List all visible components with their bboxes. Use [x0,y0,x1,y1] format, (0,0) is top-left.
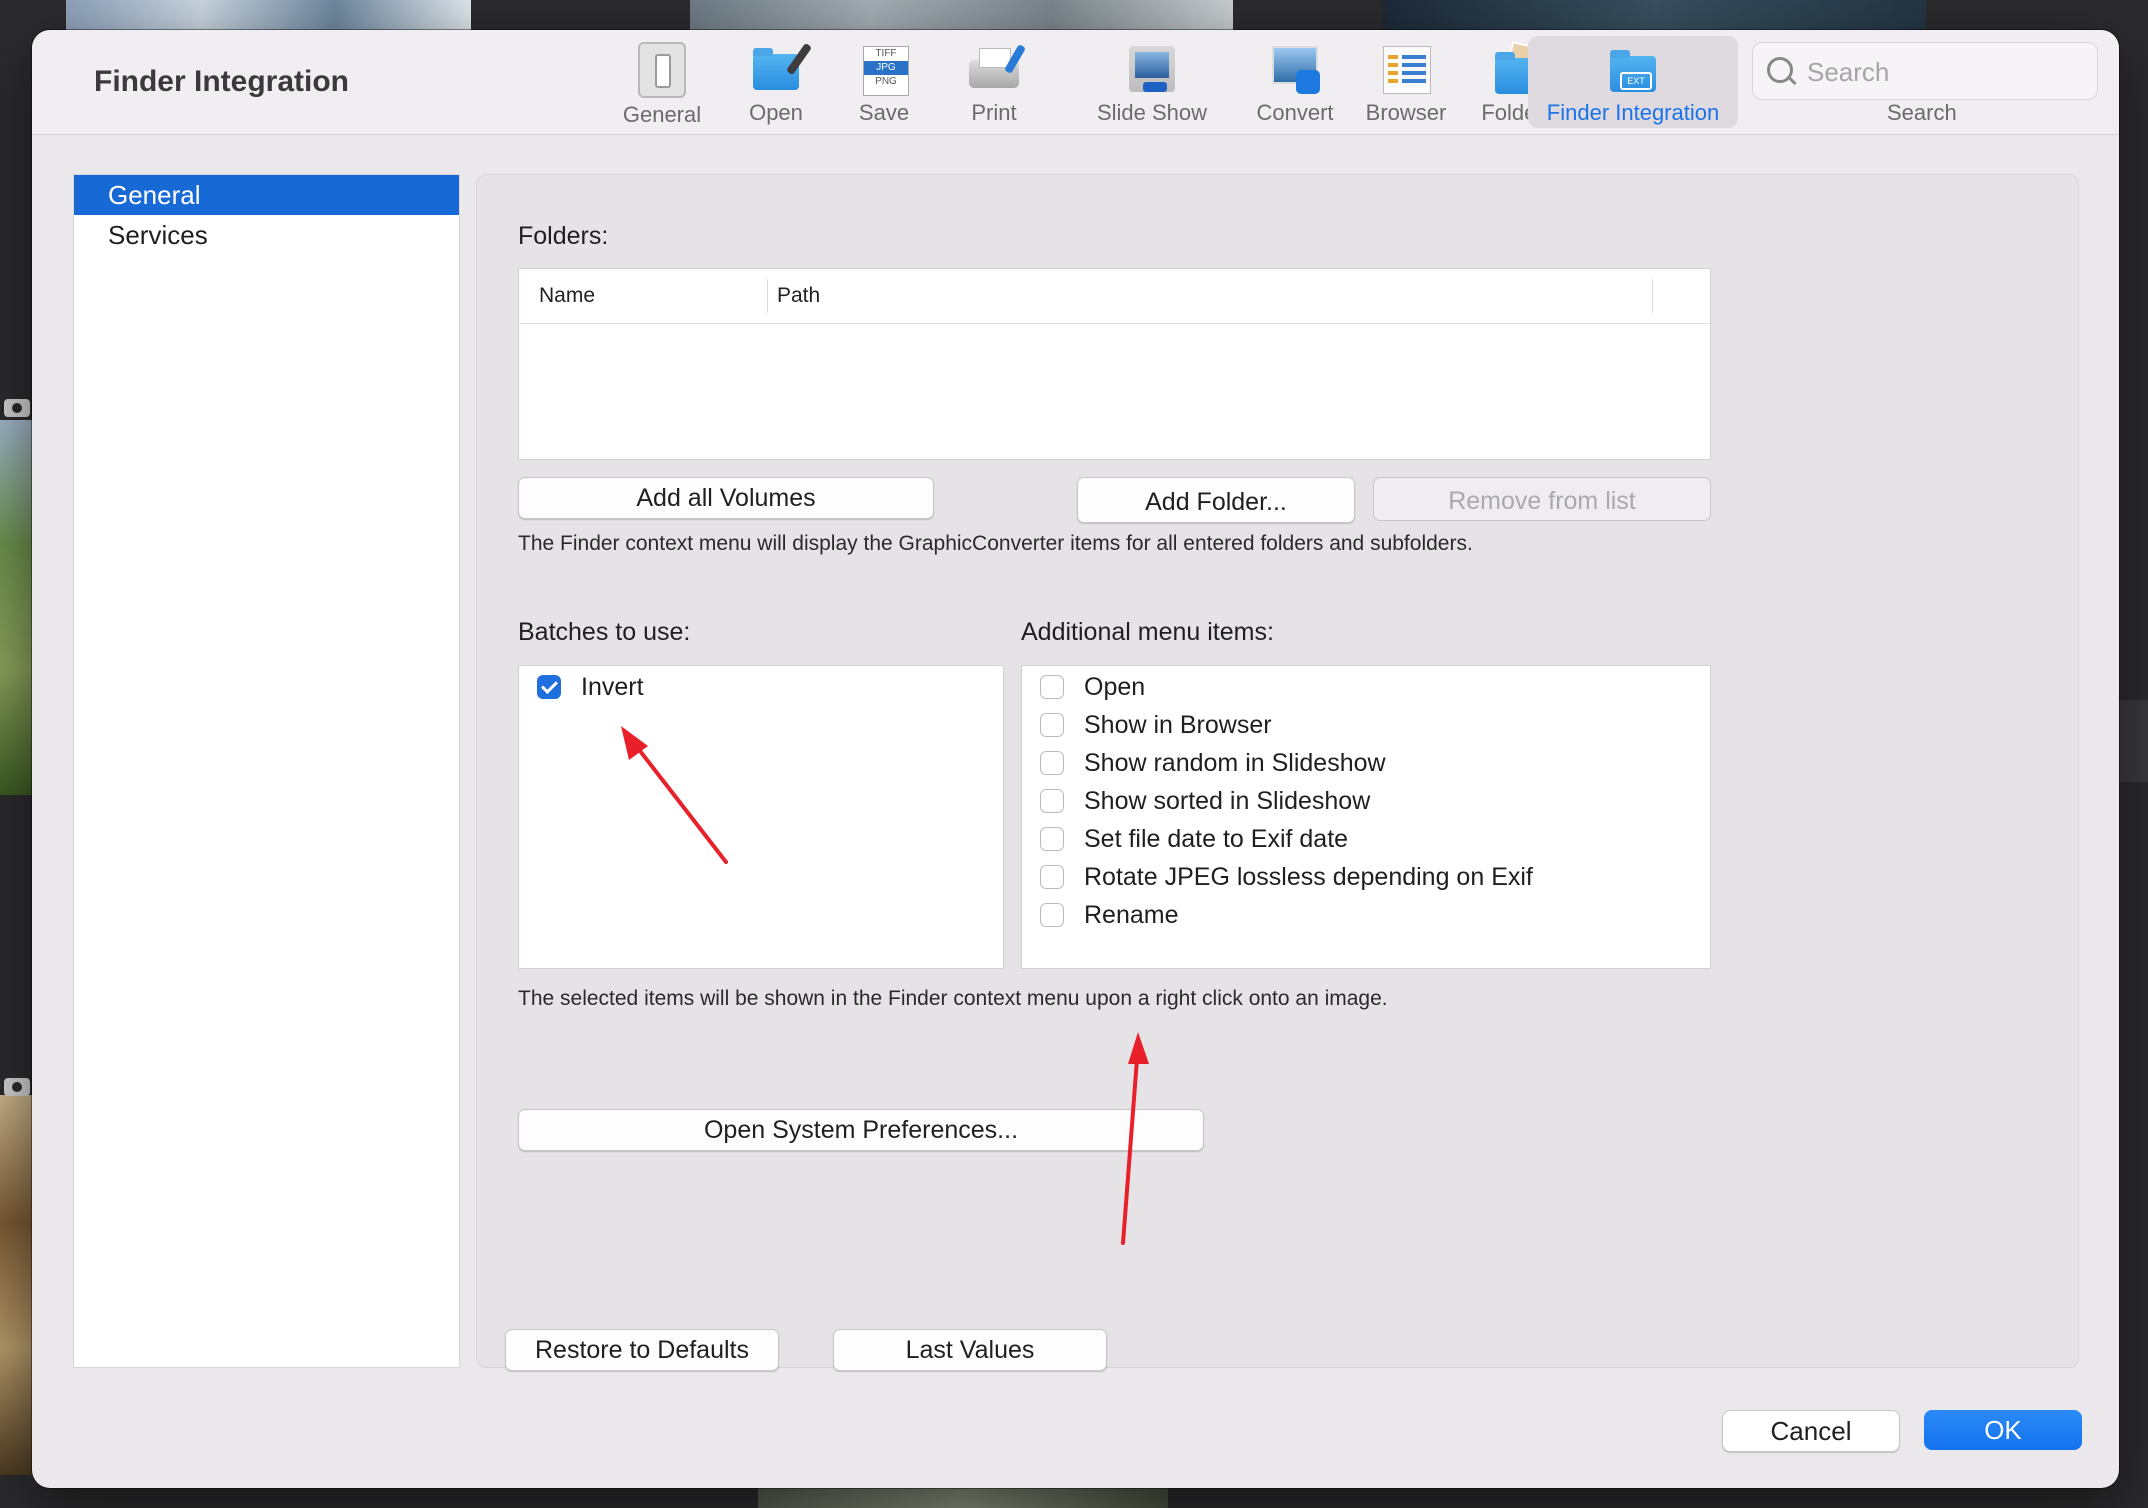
search-input[interactable] [1805,53,2089,91]
tab-general[interactable]: General [616,36,708,128]
checkbox-label: Show sorted in Slideshow [1084,786,1371,815]
format-label: TIFF [875,48,897,59]
add-all-volumes-button[interactable]: Add all Volumes [518,477,934,519]
tab-label: Convert [1256,100,1334,125]
checkbox[interactable] [1040,675,1064,699]
settings-panel: Folders: Name Path Add all Volumes Add F… [476,174,2079,1371]
search-caption: Search [1887,100,1957,125]
additional-items-list: Open Show in Browser Show random in Slid… [1021,665,1711,969]
tab-label: Browser [1365,100,1447,125]
menu-item-show-sorted-slideshow[interactable]: Show sorted in Slideshow [1040,786,1370,816]
folders-table[interactable]: Name Path [518,268,1711,460]
restore-defaults-button[interactable]: Restore to Defaults [505,1329,779,1371]
tab-print[interactable]: Print [954,36,1034,128]
background-photo [66,0,471,30]
checkbox[interactable] [537,675,561,699]
checkbox-label: Show in Browser [1084,710,1272,739]
cancel-button[interactable]: Cancel [1722,1410,1900,1452]
finder-integration-icon: EXT [1606,42,1660,96]
sidebar-item-services[interactable]: Services [74,215,459,255]
menu-item-rename[interactable]: Rename [1040,900,1179,930]
search-icon [1767,57,1793,83]
batches-list: Invert [518,665,1004,969]
background-photo [690,0,1233,30]
column-divider [1652,279,1653,313]
menu-item-show-in-browser[interactable]: Show in Browser [1040,710,1272,740]
tab-label: Save [858,100,910,125]
tab-save[interactable]: TIFF JPG PNG Save [844,36,924,128]
column-header-path[interactable]: Path [777,269,820,323]
last-values-button[interactable]: Last Values [833,1329,1107,1371]
menu-item-rotate-jpeg[interactable]: Rotate JPEG lossless depending on Exif [1040,862,1533,892]
checkbox[interactable] [1040,865,1064,889]
column-header-name[interactable]: Name [539,269,595,323]
checkbox-label: Invert [581,672,644,701]
tab-label: Open [749,100,803,125]
folders-note: The Finder context menu will display the… [518,532,1473,555]
convert-icon [1268,42,1322,96]
toolbar: Finder Integration General Open TIFF JPG… [32,30,2119,135]
background-photo [1383,0,1926,30]
printer-icon [967,42,1026,96]
format-label: PNG [875,76,897,87]
menu-item-set-file-date[interactable]: Set file date to Exif date [1040,824,1348,854]
selected-items-note: The selected items will be shown in the … [518,987,1388,1010]
checkbox[interactable] [1040,903,1064,927]
camera-icon [4,399,30,417]
tab-label: Slide Show [1096,100,1208,125]
background-window-edge [2118,700,2148,782]
save-formats-icon: TIFF JPG PNG [857,42,911,96]
checkbox-label: Rename [1084,900,1179,929]
checkbox-label: Set file date to Exif date [1084,824,1349,853]
browser-icon [1379,42,1433,96]
menu-item-show-random-slideshow[interactable]: Show random in Slideshow [1040,748,1386,778]
open-folder-icon [749,42,813,96]
batches-label: Batches to use: [518,618,691,646]
sidebar-item-general[interactable]: General [74,175,459,215]
format-label: JPG [864,61,908,75]
preferences-window: Finder Integration General Open TIFF JPG… [32,30,2119,1488]
tab-open[interactable]: Open [736,36,816,128]
menu-item-open[interactable]: Open [1040,672,1145,702]
tab-browser[interactable]: Browser [1346,36,1466,128]
checkbox[interactable] [1040,789,1064,813]
tab-label: General [622,102,702,127]
checkbox-label: Show random in Slideshow [1084,748,1386,777]
checkbox[interactable] [1040,827,1064,851]
checkbox-label: Rotate JPEG lossless depending on Exif [1084,862,1533,891]
tab-label: Print [971,100,1017,125]
window-title: Finder Integration [94,65,349,98]
sidebar: General Services [73,174,460,1368]
background-photo [0,420,32,795]
ok-button[interactable]: OK [1924,1410,2082,1450]
search-field[interactable] [1752,42,2098,100]
tab-slide-show[interactable]: Slide Show [1084,36,1220,128]
general-switch-icon [638,42,686,98]
add-folder-button[interactable]: Add Folder... [1077,477,1355,523]
ext-badge: EXT [1620,72,1652,90]
tab-convert[interactable]: Convert [1235,36,1355,128]
slideshow-icon [1125,42,1179,96]
checkbox[interactable] [1040,713,1064,737]
camera-icon [4,1078,30,1096]
batch-item-invert[interactable]: Invert [537,672,644,702]
remove-from-list-button[interactable]: Remove from list [1373,477,1711,521]
tab-label: Finder Integration [1546,100,1720,125]
open-system-preferences-button[interactable]: Open System Preferences... [518,1109,1204,1151]
tab-finder-integration[interactable]: EXT Finder Integration [1528,36,1738,128]
checkbox-label: Open [1084,672,1146,701]
folders-label: Folders: [518,222,609,250]
table-header: Name Path [519,269,1710,324]
column-divider [767,279,768,313]
checkbox[interactable] [1040,751,1064,775]
additional-items-label: Additional menu items: [1021,618,1274,646]
background-photo [0,1095,32,1475]
